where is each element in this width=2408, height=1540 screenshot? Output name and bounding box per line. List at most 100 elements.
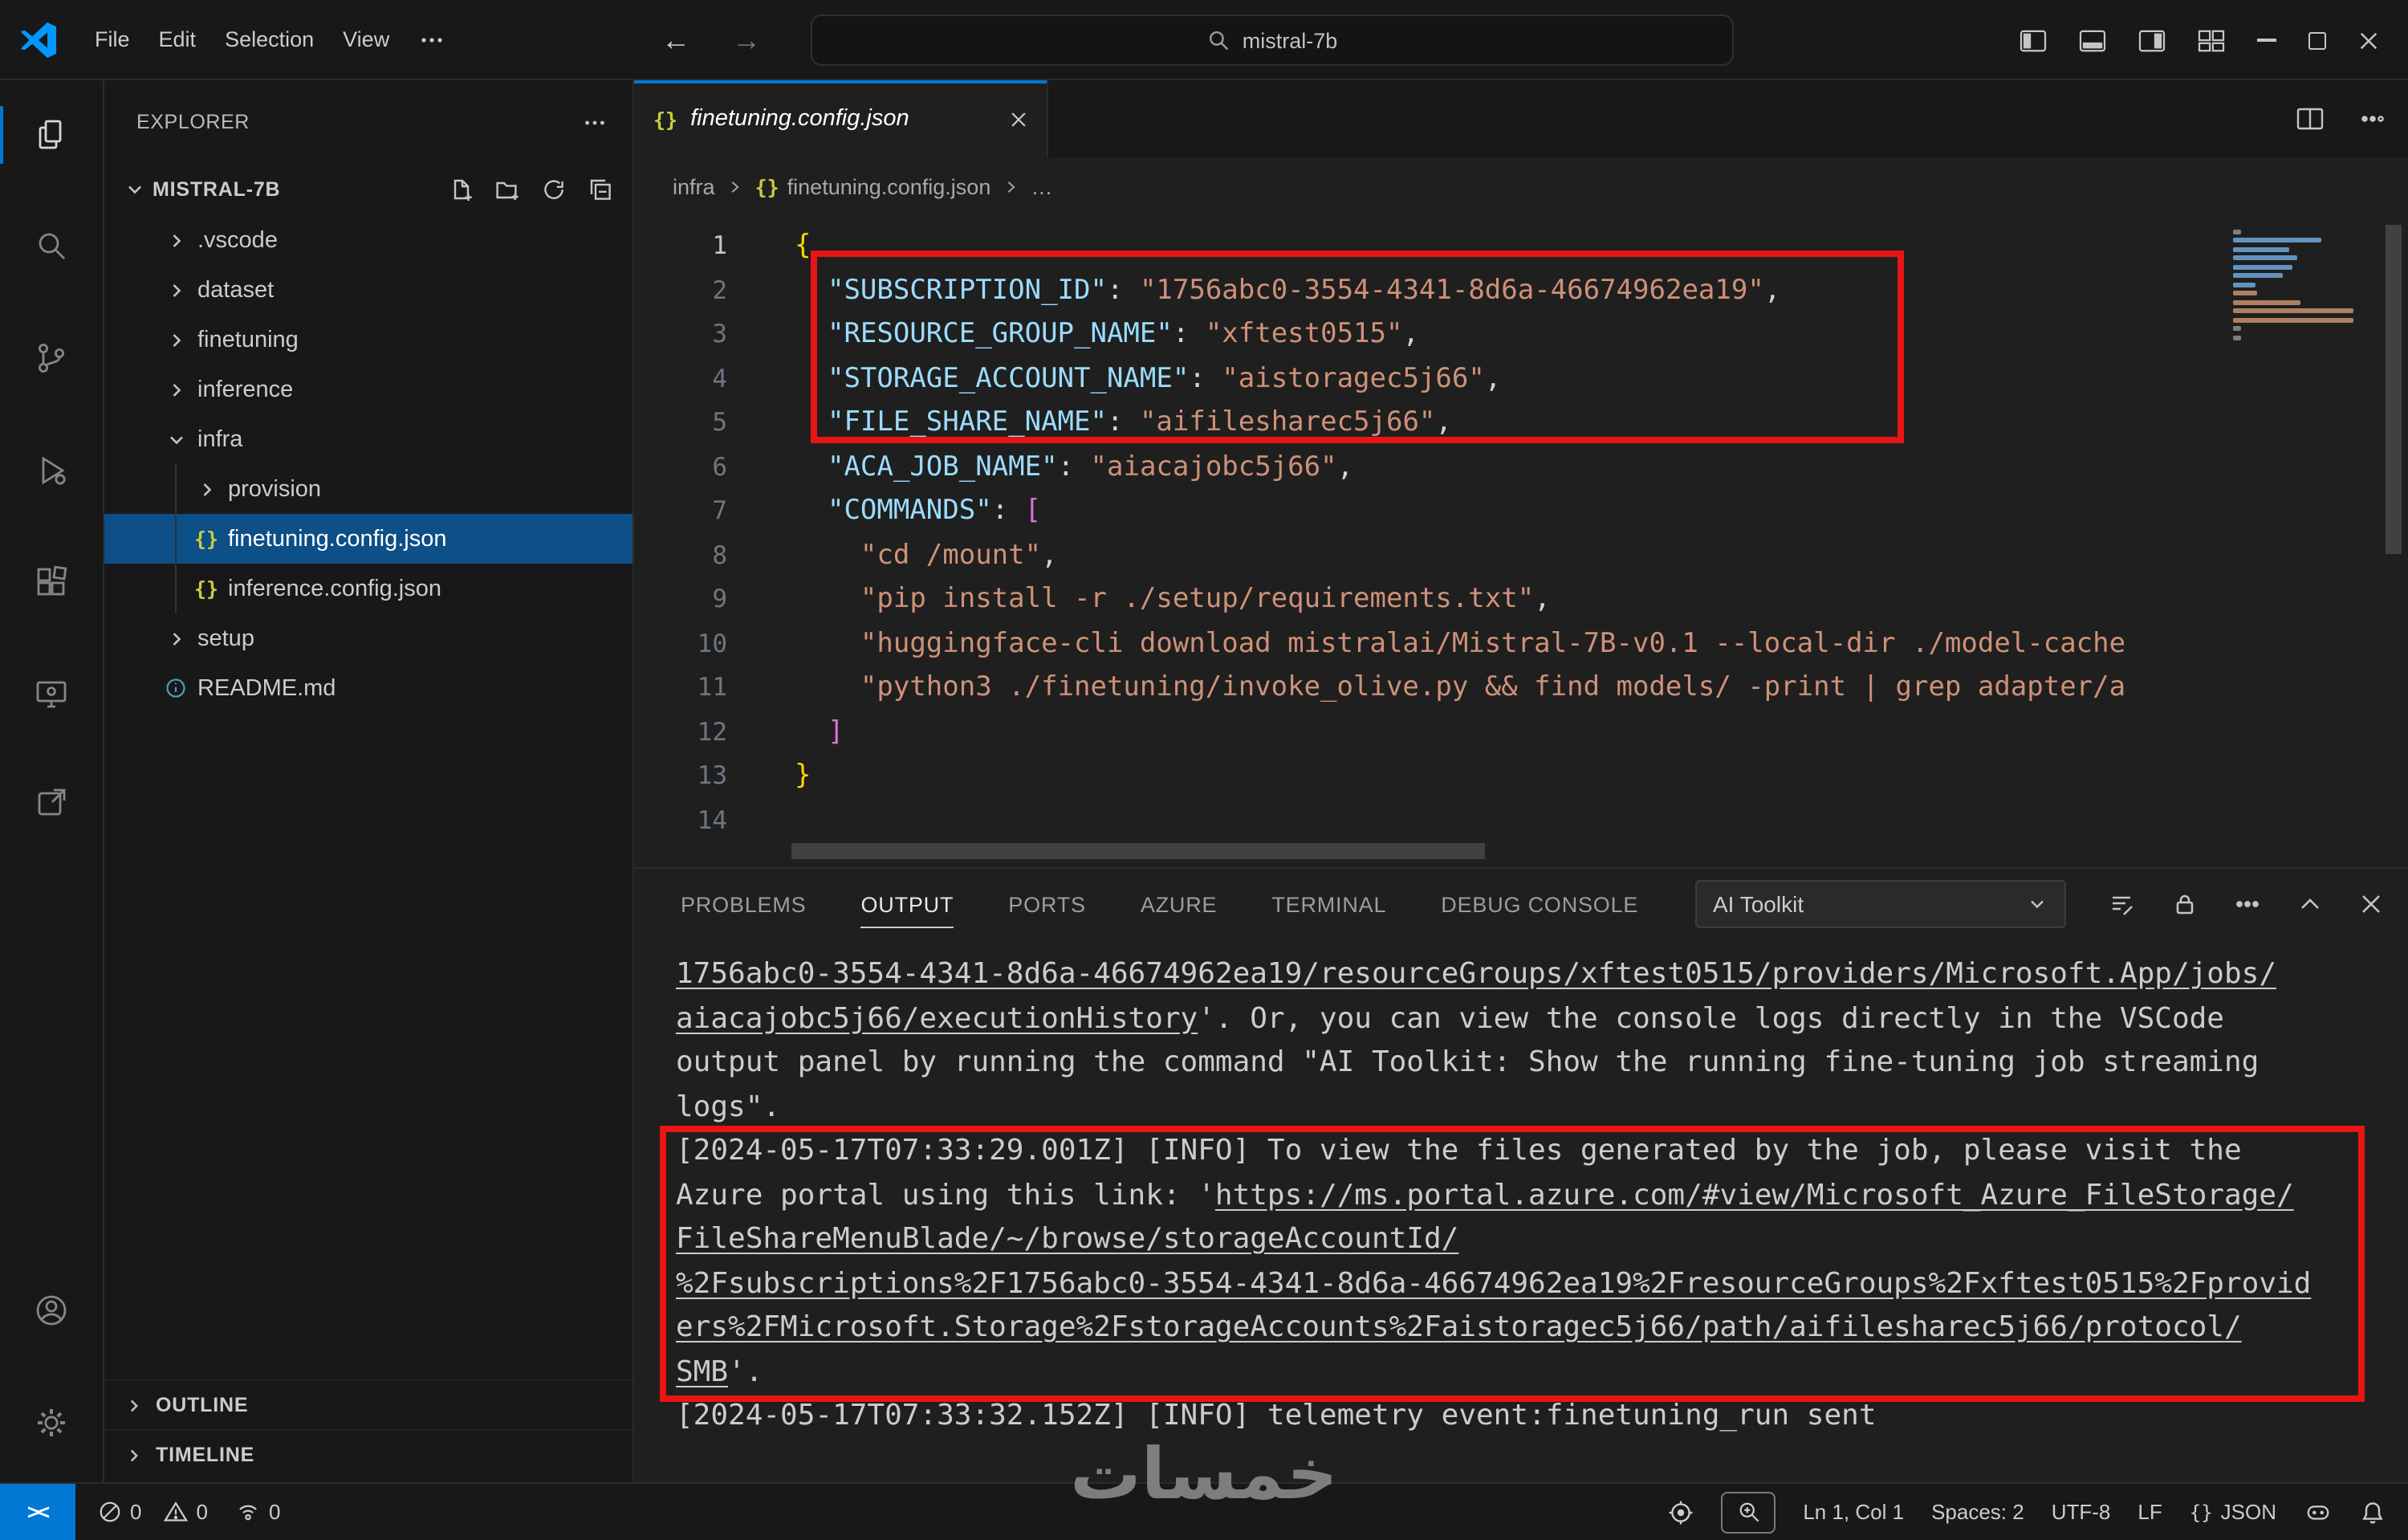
language-status[interactable]: {} JSON xyxy=(2190,1500,2276,1524)
screencast-target-icon[interactable] xyxy=(1668,1499,1694,1525)
breadcrumb-item[interactable]: {}finetuning.config.json xyxy=(755,174,991,198)
horizontal-scrollbar[interactable] xyxy=(791,843,1485,859)
panel-tab-terminal[interactable]: TERMINAL xyxy=(1271,869,1386,939)
output-link[interactable]: FileShareMenuBlade/~/browse/storageAccou… xyxy=(676,1222,1458,1256)
problems-status[interactable]: 0 0 xyxy=(98,1500,208,1524)
toggle-sidebar-icon[interactable] xyxy=(2020,28,2047,52)
minimap-line xyxy=(2233,273,2284,278)
panel-tab-problems[interactable]: PROBLEMS xyxy=(681,869,806,939)
panel-tabs: PROBLEMS OUTPUT PORTS AZURE TERMINAL DEBUG CO… xyxy=(681,869,1638,939)
eol-status[interactable]: LF xyxy=(2138,1500,2162,1524)
tree-item-provision[interactable]: provision xyxy=(104,464,633,514)
maximize-panel-icon[interactable] xyxy=(2297,891,2323,917)
explorer-icon[interactable] xyxy=(0,96,103,173)
panel-tab-ports[interactable]: PORTS xyxy=(1008,869,1086,939)
panel-tab-output[interactable]: OUTPUT xyxy=(860,869,954,939)
code-line-1: 1{ xyxy=(634,225,2227,269)
minimap[interactable] xyxy=(2227,225,2373,348)
ai-toolkit-icon[interactable] xyxy=(0,764,103,841)
output-link[interactable]: %2Fsubscriptions%2F1756abc0-3554-4341-8d… xyxy=(676,1266,2311,1300)
remote-indicator[interactable]: >< xyxy=(0,1484,75,1540)
run-debug-icon[interactable] xyxy=(0,432,103,509)
back-arrow-icon[interactable]: ← xyxy=(661,23,690,57)
output-link[interactable]: aiacajobc5j66/executionHistory xyxy=(676,1001,1198,1035)
editor-more-icon[interactable] xyxy=(2360,106,2386,132)
tree-item-inference[interactable]: inference xyxy=(104,365,633,414)
output-link[interactable]: https://ms.portal.azure.com/#view/Micros… xyxy=(1215,1178,2294,1212)
maximize-button[interactable] xyxy=(2308,31,2326,49)
cursor-position[interactable]: Ln 1, Col 1 xyxy=(1803,1500,1904,1524)
clear-output-icon[interactable] xyxy=(2108,891,2135,917)
tree-item-.vscode[interactable]: .vscode xyxy=(104,215,633,265)
minimize-button[interactable] xyxy=(2257,39,2276,42)
channel-value: AI Toolkit xyxy=(1713,891,1804,917)
code-line-2: 2 "SUBSCRIPTION_ID": "1756abc0-3554-4341… xyxy=(634,269,2227,313)
collapse-all-icon[interactable] xyxy=(588,176,613,202)
breadcrumb-item[interactable]: … xyxy=(1031,174,1052,198)
language-label: JSON xyxy=(2221,1500,2276,1524)
close-tab-icon[interactable] xyxy=(1010,110,1027,128)
forward-arrow-icon[interactable]: → xyxy=(732,23,761,57)
tree-item-infra[interactable]: infra xyxy=(104,414,633,464)
extensions-icon[interactable] xyxy=(0,544,103,621)
chevron-right-icon xyxy=(159,279,193,301)
tree-item-finetuning[interactable]: finetuning xyxy=(104,315,633,365)
code-line-5: 5 "FILE_SHARE_NAME": "aifilesharec5j66", xyxy=(634,401,2227,446)
encoding-status[interactable]: UTF-8 xyxy=(2052,1500,2111,1524)
bell-icon[interactable] xyxy=(2360,1499,2386,1525)
panel-tab-azure[interactable]: AZURE xyxy=(1141,869,1218,939)
tab-label: finetuning.config.json xyxy=(690,106,909,132)
timeline-section[interactable]: TIMELINE xyxy=(104,1429,633,1479)
tab-finetuning-config-json[interactable]: {} finetuning.config.json xyxy=(634,80,1048,157)
menu-file[interactable]: File xyxy=(80,27,144,51)
breadcrumb-separator-icon xyxy=(726,177,744,195)
json-icon: {} xyxy=(653,107,677,131)
copilot-icon[interactable] xyxy=(2304,1498,2333,1526)
output-panel[interactable]: 1756abc0-3554-4341-8d6a-46674962ea19/res… xyxy=(634,939,2408,1482)
tree-item-setup[interactable]: setup xyxy=(104,613,633,663)
menu-edit[interactable]: Edit xyxy=(144,27,211,51)
output-text: '. Or, you can view the console logs dir… xyxy=(1198,1001,2224,1035)
remote-explorer-icon[interactable] xyxy=(0,655,103,732)
tree-item-dataset[interactable]: dataset xyxy=(104,265,633,315)
output-channel-select[interactable]: AI Toolkit xyxy=(1695,880,2066,928)
indentation-status[interactable]: Spaces: 2 xyxy=(1931,1500,2024,1524)
source-control-icon[interactable] xyxy=(0,320,103,397)
lock-scrolling-icon[interactable] xyxy=(2172,891,2198,917)
menu-selection[interactable]: Selection xyxy=(210,27,328,51)
sidebar-bottom-sections: OUTLINE TIMELINE xyxy=(104,1379,633,1479)
vertical-scrollbar[interactable] xyxy=(2386,225,2402,554)
zoom-in-icon[interactable] xyxy=(1721,1491,1775,1533)
toggle-secondary-sidebar-icon[interactable] xyxy=(2138,28,2166,52)
workspace-section-header[interactable]: MISTRAL-7B xyxy=(104,164,633,214)
output-link[interactable]: SMB xyxy=(676,1355,728,1388)
ports-status[interactable]: 0 xyxy=(237,1500,280,1524)
outline-section[interactable]: OUTLINE xyxy=(104,1379,633,1429)
warnings-count: 0 xyxy=(196,1500,207,1524)
menu-view[interactable]: View xyxy=(328,27,404,51)
search-input[interactable]: mistral-7b xyxy=(811,14,1734,66)
split-editor-icon[interactable] xyxy=(2296,106,2325,132)
settings-gear-icon[interactable] xyxy=(0,1384,103,1461)
refresh-icon[interactable] xyxy=(541,176,567,202)
close-panel-icon[interactable] xyxy=(2360,893,2382,915)
panel-more-icon[interactable] xyxy=(2235,891,2260,917)
explorer-more-icon[interactable] xyxy=(583,110,607,134)
tree-item-inference.config.json[interactable]: {}inference.config.json xyxy=(104,564,633,613)
output-link[interactable]: 1756abc0-3554-4341-8d6a-46674962ea19/res… xyxy=(676,957,2276,991)
breadcrumb-item[interactable]: infra xyxy=(673,174,715,198)
code-editor[interactable]: 1{2 "SUBSCRIPTION_ID": "1756abc0-3554-43… xyxy=(634,215,2408,867)
output-link[interactable]: ers%2FMicrosoft.Storage%2FstorageAccount… xyxy=(676,1310,2242,1344)
toggle-panel-icon[interactable] xyxy=(2079,28,2106,52)
tree-item-finetuning.config.json[interactable]: {}finetuning.config.json xyxy=(104,514,633,564)
panel-tab-debug-console[interactable]: DEBUG CONSOLE xyxy=(1441,869,1638,939)
customize-layout-icon[interactable] xyxy=(2198,28,2225,52)
accounts-icon[interactable] xyxy=(0,1272,103,1349)
new-file-icon[interactable] xyxy=(448,176,474,202)
new-folder-icon[interactable] xyxy=(494,176,520,202)
close-window-button[interactable] xyxy=(2358,30,2379,51)
search-sidebar-icon[interactable] xyxy=(0,207,103,284)
chevron-down-icon xyxy=(159,428,193,450)
tree-item-readme.md[interactable]: README.md xyxy=(104,663,633,713)
menu-more-icon[interactable] xyxy=(404,26,458,52)
